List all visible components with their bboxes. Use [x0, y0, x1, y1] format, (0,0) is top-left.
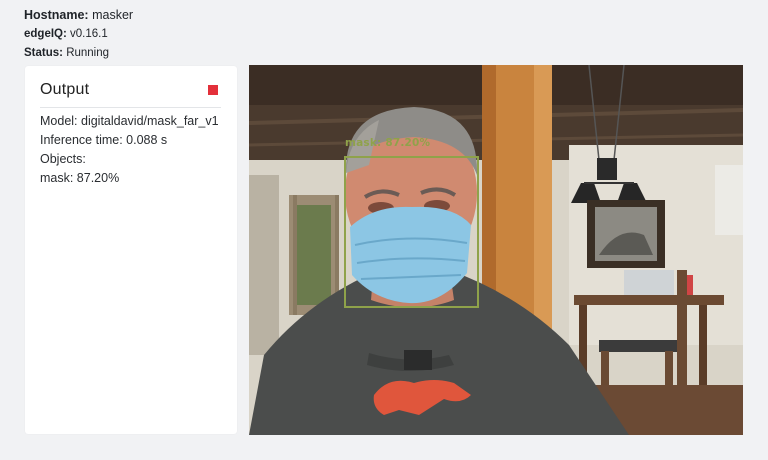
model-line: Model: digitaldavid/mask_far_v1	[40, 114, 219, 128]
status-value: Running	[66, 47, 110, 59]
version-row: edgeIQ: v0.16.1	[24, 25, 133, 44]
output-details: Model: digitaldavid/mask_far_v1 Inferenc…	[40, 112, 219, 188]
pendant-lamp	[597, 158, 617, 180]
inference-line: Inference time: 0.088 s	[40, 133, 168, 147]
chair	[599, 340, 679, 352]
version-value: v0.16.1	[70, 28, 108, 40]
status-row: Status: Running	[24, 44, 133, 63]
objects-line: Objects:	[40, 152, 86, 166]
status-label: Status:	[24, 47, 63, 59]
host-info: Hostname: masker edgeIQ: v0.16.1 Status:…	[24, 6, 133, 63]
hostname-row: Hostname: masker	[24, 6, 133, 25]
hostname-value: masker	[92, 8, 134, 22]
video-feed: mask: 87.20%	[249, 65, 743, 435]
detection-label: mask: 87.20%	[345, 137, 431, 149]
output-panel: Output Model: digitaldavid/mask_far_v1 I…	[25, 66, 237, 434]
version-label: edgeIQ:	[24, 28, 67, 40]
stop-square-icon[interactable]	[208, 85, 218, 95]
object-item: mask: 87.20%	[40, 171, 120, 185]
output-divider	[40, 107, 221, 108]
table	[574, 295, 724, 305]
output-title: Output	[40, 81, 90, 98]
hostname-label: Hostname:	[24, 8, 89, 22]
camera-frame	[249, 65, 743, 435]
